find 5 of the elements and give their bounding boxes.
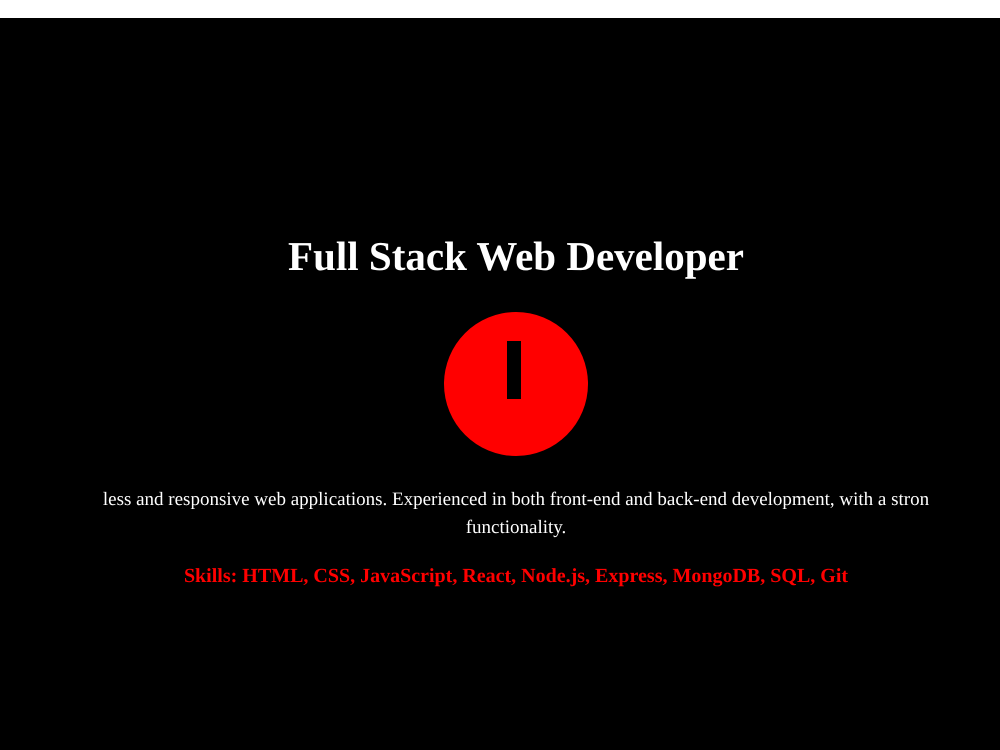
page-title: Full Stack Web Developer [288, 232, 744, 281]
intro-text: less and responsive web applications. Experienced in both front-end and back-end development, with a stron [102, 488, 930, 512]
logo-icon [444, 312, 588, 456]
skills-text: Skills: HTML, CSS, JavaScript, React, Node.js, Express, MongoDB, SQL, Git [184, 564, 848, 589]
intro-text: functionality. [466, 516, 566, 540]
